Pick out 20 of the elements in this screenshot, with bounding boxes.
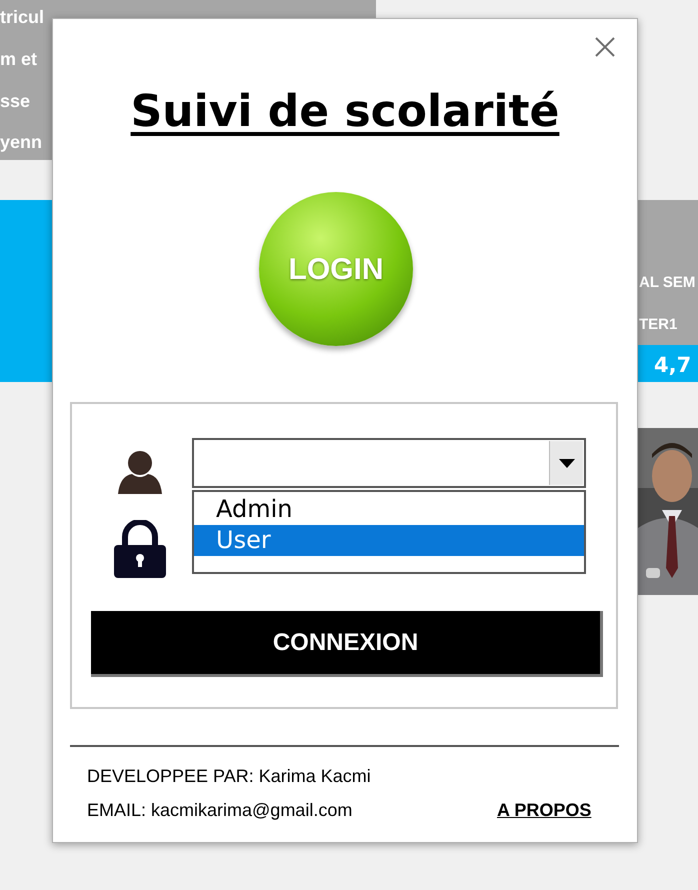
email-text: EMAIL: kacmikarima@gmail.com	[87, 799, 352, 822]
sheet-label: AL SEM	[639, 273, 696, 293]
sheet-label: tricul	[0, 6, 44, 29]
sheet-label: yenn	[0, 131, 42, 154]
dropdown-button[interactable]	[549, 441, 583, 485]
developer-text: DEVELOPPEE PAR: Karima Kacmi	[87, 765, 371, 788]
sheet-label: TER1	[639, 315, 678, 335]
sheet-value: 4,7	[654, 352, 692, 379]
dialog-title: Suivi de scolarité	[130, 85, 560, 139]
caret-icon	[558, 458, 574, 468]
sheet-label: sse	[0, 90, 30, 113]
logo-text: LOGIN	[288, 252, 384, 288]
lock-icon	[114, 520, 166, 578]
sheet-label: m et	[0, 48, 38, 71]
user-icon	[118, 450, 162, 494]
connexion-button[interactable]: CONNEXION	[91, 611, 603, 677]
about-link[interactable]: A PROPOS	[497, 797, 592, 824]
user-dropdown[interactable]	[192, 438, 586, 488]
dropdown-option[interactable]: User	[194, 525, 584, 556]
close-icon[interactable]	[593, 35, 617, 59]
